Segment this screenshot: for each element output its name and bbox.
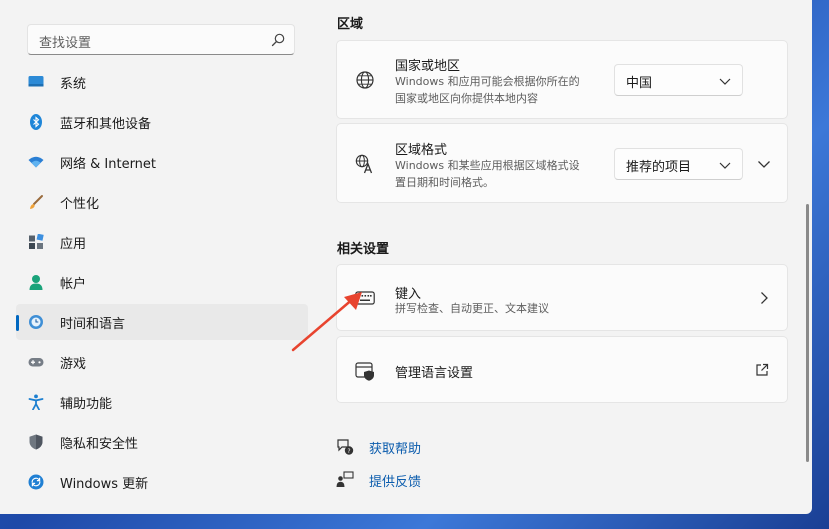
get-help-label: 获取帮助 <box>369 442 422 457</box>
sidebar-item-label: 时间和语言 <box>60 316 126 332</box>
section-title-related: 相关设置 <box>337 242 390 257</box>
scrollbar[interactable] <box>806 204 809 462</box>
feedback-link[interactable]: 提供反馈 <box>336 469 456 491</box>
sidebar-item-label: 应用 <box>60 236 87 252</box>
feedback-icon <box>336 471 354 487</box>
search-box[interactable]: 查找设置 <box>27 24 295 55</box>
sidebar-item-network[interactable]: 网络 & Internet <box>16 144 308 180</box>
help-icon: ? <box>337 439 354 455</box>
country-dropdown[interactable]: 中国 <box>614 64 743 96</box>
section-title-region: 区域 <box>337 17 364 32</box>
admin-language-card[interactable]: 管理语言设置 <box>336 336 788 403</box>
sidebar-item-gaming[interactable]: 游戏 <box>16 344 308 380</box>
sidebar-item-privacy[interactable]: 隐私和安全性 <box>16 424 308 460</box>
sidebar-item-label: 隐私和安全性 <box>60 436 139 452</box>
chevron-down-icon <box>719 162 731 169</box>
search-icon[interactable] <box>270 32 286 48</box>
settings-window: 查找设置 系统 蓝牙和其他设备 网络 & Internet 个性化 应用 帐户 … <box>0 0 812 514</box>
globe-icon <box>356 71 374 89</box>
sidebar-item-apps[interactable]: 应用 <box>16 224 308 260</box>
brush-icon <box>30 195 43 209</box>
regional-format-description: 置日期和时间格式。 <box>395 176 494 189</box>
sidebar-item-label: 游戏 <box>60 356 87 372</box>
get-help-link[interactable]: ? 获取帮助 <box>336 436 456 458</box>
expand-chevron-icon[interactable] <box>757 159 771 169</box>
search-input[interactable]: 查找设置 <box>39 32 91 51</box>
country-dropdown-value: 中国 <box>626 76 653 91</box>
country-title: 国家或地区 <box>395 59 461 74</box>
annotation-arrow-icon <box>291 292 362 352</box>
sidebar-item-label: 系统 <box>60 76 87 92</box>
typing-description: 拼写检查、自动更正、文本建议 <box>395 302 549 315</box>
accessibility-icon <box>28 394 44 410</box>
sidebar-item-label: Windows 更新 <box>60 476 149 492</box>
chevron-down-icon <box>719 78 731 85</box>
bluetooth-icon <box>30 114 42 130</box>
sidebar-item-label: 帐户 <box>60 276 87 292</box>
regional-format-card[interactable]: 区域格式 Windows 和某些应用根据区域格式设 置日期和时间格式。 推荐的项… <box>336 123 788 203</box>
sidebar-item-label: 蓝牙和其他设备 <box>60 116 152 132</box>
sidebar-item-time-language[interactable]: 时间和语言 <box>16 304 308 340</box>
apps-icon <box>29 234 44 249</box>
sidebar-item-label: 网络 & Internet <box>60 156 157 172</box>
sidebar-item-accounts[interactable]: 帐户 <box>16 264 308 300</box>
sidebar-item-system[interactable]: 系统 <box>16 64 308 100</box>
feedback-label: 提供反馈 <box>369 475 422 490</box>
sidebar-item-label: 辅助功能 <box>60 396 113 412</box>
sidebar-nav: 系统 蓝牙和其他设备 网络 & Internet 个性化 应用 帐户 时间和语言… <box>16 64 308 504</box>
gamepad-icon <box>28 358 44 367</box>
regional-format-dropdown-value: 推荐的项目 <box>626 160 692 175</box>
sidebar-item-bluetooth[interactable]: 蓝牙和其他设备 <box>16 104 308 140</box>
account-icon <box>29 275 43 290</box>
sidebar-item-windows-update[interactable]: Windows 更新 <box>16 464 308 500</box>
language-format-icon <box>355 154 373 174</box>
regional-format-description: Windows 和某些应用根据区域格式设 <box>395 159 580 172</box>
sidebar-item-personalization[interactable]: 个性化 <box>16 184 308 220</box>
admin-shield-icon <box>355 362 374 381</box>
sidebar-item-label: 个性化 <box>60 196 100 212</box>
svg-text:?: ? <box>347 448 350 455</box>
admin-language-title: 管理语言设置 <box>395 366 474 381</box>
wifi-icon <box>28 156 44 168</box>
chevron-right-icon <box>761 292 768 304</box>
typing-card[interactable]: 键入 拼写检查、自动更正、文本建议 <box>336 264 788 331</box>
regional-format-title: 区域格式 <box>395 143 448 158</box>
sidebar-item-accessibility[interactable]: 辅助功能 <box>16 384 308 420</box>
update-icon <box>28 474 44 490</box>
display-icon <box>28 76 44 87</box>
shield-icon <box>29 434 43 450</box>
country-region-card: 国家或地区 Windows 和应用可能会根据你所在的 国家或地区向你提供本地内容… <box>336 40 788 119</box>
regional-format-dropdown[interactable]: 推荐的项目 <box>614 148 743 180</box>
clock-globe-icon <box>29 315 43 329</box>
country-description: 国家或地区向你提供本地内容 <box>395 92 538 105</box>
country-description: Windows 和应用可能会根据你所在的 <box>395 75 580 88</box>
external-link-icon <box>756 363 769 376</box>
